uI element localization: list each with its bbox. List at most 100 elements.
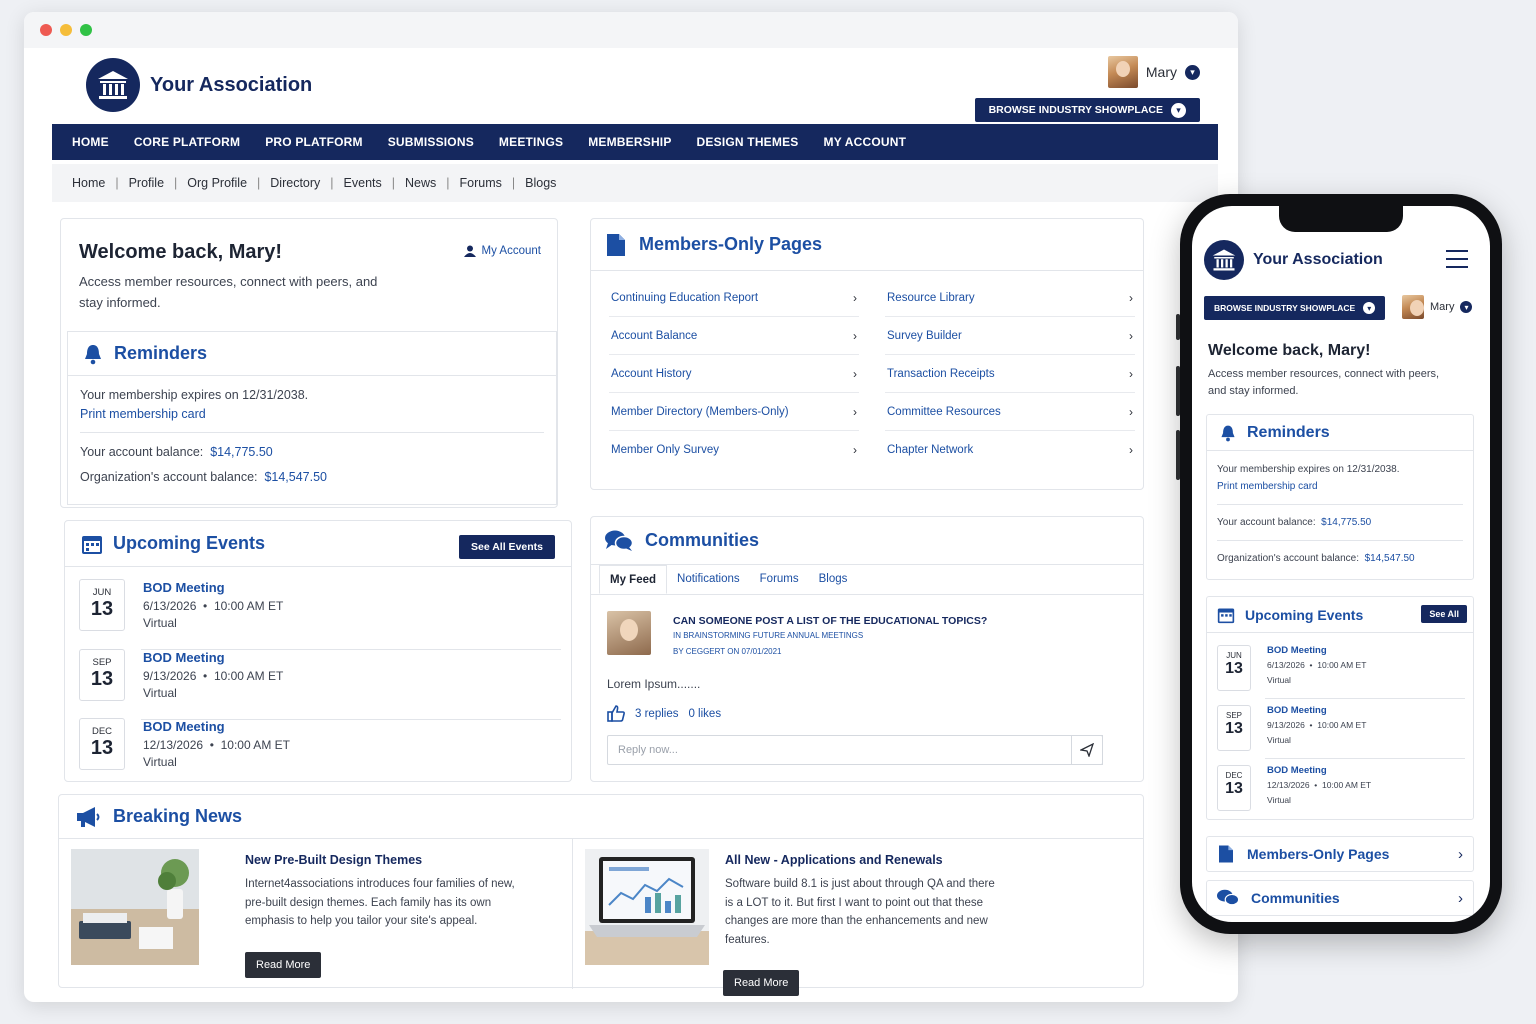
event-row[interactable]: JUN 13 BOD Meeting 6/13/2026 • 10:00 AM … xyxy=(1215,639,1465,695)
members-link[interactable]: Transaction Receipts › xyxy=(885,355,1135,393)
event-row[interactable]: SEP 13 BOD Meeting 9/13/2026 • 10:00 AM … xyxy=(1215,699,1465,755)
nav-membership[interactable]: MEMBERSHIP xyxy=(588,135,671,149)
read-more-button[interactable]: Read More xyxy=(245,952,322,978)
user-menu[interactable]: Mary ▾ xyxy=(1107,56,1200,88)
mobile-communities-title: Communities xyxy=(1251,890,1340,906)
chevron-right-icon: › xyxy=(1458,845,1463,863)
members-link[interactable]: Committee Resources › xyxy=(885,393,1135,431)
welcome-text: Access member resources, connect with pe… xyxy=(79,274,378,310)
subnav-news[interactable]: News xyxy=(405,176,436,190)
nav-my-account[interactable]: MY ACCOUNT xyxy=(824,135,907,149)
print-card-link[interactable]: Print membership card xyxy=(1217,478,1463,495)
news-title[interactable]: New Pre-Built Design Themes xyxy=(245,853,422,867)
subnav-profile[interactable]: Profile xyxy=(129,176,164,190)
nav-pro-platform[interactable]: PRO PLATFORM xyxy=(265,135,363,149)
news-image[interactable] xyxy=(585,849,713,965)
event-row[interactable]: DEC 13 BOD Meeting 12/13/2026 • 10:00 AM… xyxy=(1215,759,1465,815)
nav-meetings[interactable]: MEETINGS xyxy=(499,135,563,149)
members-link[interactable]: Continuing Education Report › xyxy=(609,279,859,317)
event-title[interactable]: BOD Meeting xyxy=(1267,703,1366,718)
nav-home[interactable]: HOME xyxy=(72,135,109,149)
mobile-communities-row[interactable]: Communities › xyxy=(1206,880,1474,916)
mobile-browse-showplace-button[interactable]: BROWSE INDUSTRY SHOWPLACE ▾ xyxy=(1204,296,1386,320)
replies-link[interactable]: 3 replies xyxy=(635,708,678,720)
event-title[interactable]: BOD Meeting xyxy=(143,649,283,666)
chat-bubbles-icon xyxy=(1217,889,1239,906)
event-location: Virtual xyxy=(1267,675,1291,685)
event-location: Virtual xyxy=(1267,795,1291,805)
my-account-label: My Account xyxy=(481,245,541,257)
post-forum[interactable]: IN BRAINSTORMING FUTURE ANNUAL MEETINGS xyxy=(673,631,863,640)
see-all-events-button[interactable]: See All Events xyxy=(459,535,555,559)
subnav-org-profile[interactable]: Org Profile xyxy=(187,176,247,190)
subnav-directory[interactable]: Directory xyxy=(270,176,320,190)
mobile-user-menu[interactable]: Mary ▾ xyxy=(1402,295,1473,319)
subnav-home[interactable]: Home xyxy=(72,176,105,190)
event-time: 10:00 AM ET xyxy=(1321,780,1372,790)
minimize-window-button[interactable] xyxy=(60,24,72,36)
chevron-right-icon: › xyxy=(853,290,857,305)
event-month: DEC xyxy=(91,726,113,737)
event-title[interactable]: BOD Meeting xyxy=(1267,643,1366,658)
chevron-right-icon: › xyxy=(853,366,857,381)
bell-icon xyxy=(1221,425,1235,441)
event-date: 6/13/2026 xyxy=(1267,660,1305,670)
post-author-avatar[interactable] xyxy=(607,611,651,655)
mobile-logo[interactable]: Your Association xyxy=(1204,240,1383,280)
close-window-button[interactable] xyxy=(40,24,52,36)
members-link[interactable]: Resource Library › xyxy=(885,279,1135,317)
reply-input[interactable]: Reply now... xyxy=(607,735,1103,765)
members-link-label: Member Only Survey xyxy=(611,444,720,456)
nav-submissions[interactable]: SUBMISSIONS xyxy=(388,135,474,149)
site-header: Your Association Mary ▾ BROWSE INDUSTRY … xyxy=(24,48,1238,124)
event-day: 13 xyxy=(90,737,114,759)
mobile-see-all-button[interactable]: See All xyxy=(1421,605,1467,623)
print-card-link[interactable]: Print membership card xyxy=(80,405,544,424)
event-row[interactable]: JUN 13 BOD Meeting 6/13/2026 • 10:00 AM … xyxy=(77,573,561,639)
likes-count[interactable]: 0 likes xyxy=(688,708,721,720)
read-more-button[interactable]: Read More xyxy=(723,970,800,996)
tab-notifications[interactable]: Notifications xyxy=(667,565,750,594)
subnav-forums[interactable]: Forums xyxy=(460,176,502,190)
event-title[interactable]: BOD Meeting xyxy=(1267,763,1371,778)
event-row[interactable]: SEP 13 BOD Meeting 9/13/2026 • 10:00 AM … xyxy=(77,643,561,709)
my-account-link[interactable]: My Account xyxy=(463,245,541,257)
event-time: 10:00 AM ET xyxy=(1317,660,1367,670)
event-date-badge: DEC 13 xyxy=(1217,765,1251,811)
event-title[interactable]: BOD Meeting xyxy=(143,579,283,596)
members-links-left: Continuing Education Report › Account Bal… xyxy=(609,279,859,469)
event-title[interactable]: BOD Meeting xyxy=(143,718,290,735)
hamburger-menu-icon[interactable] xyxy=(1446,250,1468,268)
members-link[interactable]: Account Balance › xyxy=(609,317,859,355)
send-button[interactable] xyxy=(1071,735,1103,765)
members-link[interactable]: Survey Builder › xyxy=(885,317,1135,355)
event-row[interactable]: DEC 13 BOD Meeting 12/13/2026 • 10:00 AM… xyxy=(77,712,561,778)
maximize-window-button[interactable] xyxy=(80,24,92,36)
org-balance[interactable]: $14,547.50 xyxy=(264,470,327,484)
browse-showplace-button[interactable]: BROWSE INDUSTRY SHOWPLACE ▾ xyxy=(974,98,1200,122)
account-balance[interactable]: $14,775.50 xyxy=(210,445,273,459)
account-balance[interactable]: $14,775.50 xyxy=(1321,517,1371,528)
subnav-events[interactable]: Events xyxy=(344,176,382,190)
event-date: 12/13/2026 xyxy=(143,738,204,752)
tab-forums[interactable]: Forums xyxy=(750,565,809,594)
subnav-blogs[interactable]: Blogs xyxy=(525,176,556,190)
tab-blogs[interactable]: Blogs xyxy=(809,565,858,594)
members-link[interactable]: Chapter Network › xyxy=(885,431,1135,469)
nav-core-platform[interactable]: CORE PLATFORM xyxy=(134,135,240,149)
members-link[interactable]: Account History › xyxy=(609,355,859,393)
avatar xyxy=(1402,295,1424,319)
browse-showplace-label: BROWSE INDUSTRY SHOWPLACE xyxy=(988,104,1163,116)
tab-my-feed[interactable]: My Feed xyxy=(599,565,668,594)
news-title[interactable]: All New - Applications and Renewals xyxy=(725,853,943,867)
post-title[interactable]: CAN SOMEONE POST A LIST OF THE EDUCATION… xyxy=(673,615,987,627)
chevron-right-icon: › xyxy=(1129,290,1133,305)
org-balance[interactable]: $14,547.50 xyxy=(1365,553,1415,564)
news-image[interactable] xyxy=(71,849,199,965)
mobile-members-only-row[interactable]: Members-Only Pages › xyxy=(1206,836,1474,872)
balance-label: Your account balance: xyxy=(1217,517,1316,528)
site-logo[interactable]: Your Association xyxy=(86,58,312,112)
members-link[interactable]: Member Only Survey › xyxy=(609,431,859,469)
nav-design-themes[interactable]: DESIGN THEMES xyxy=(697,135,799,149)
members-link[interactable]: Member Directory (Members-Only) › xyxy=(609,393,859,431)
